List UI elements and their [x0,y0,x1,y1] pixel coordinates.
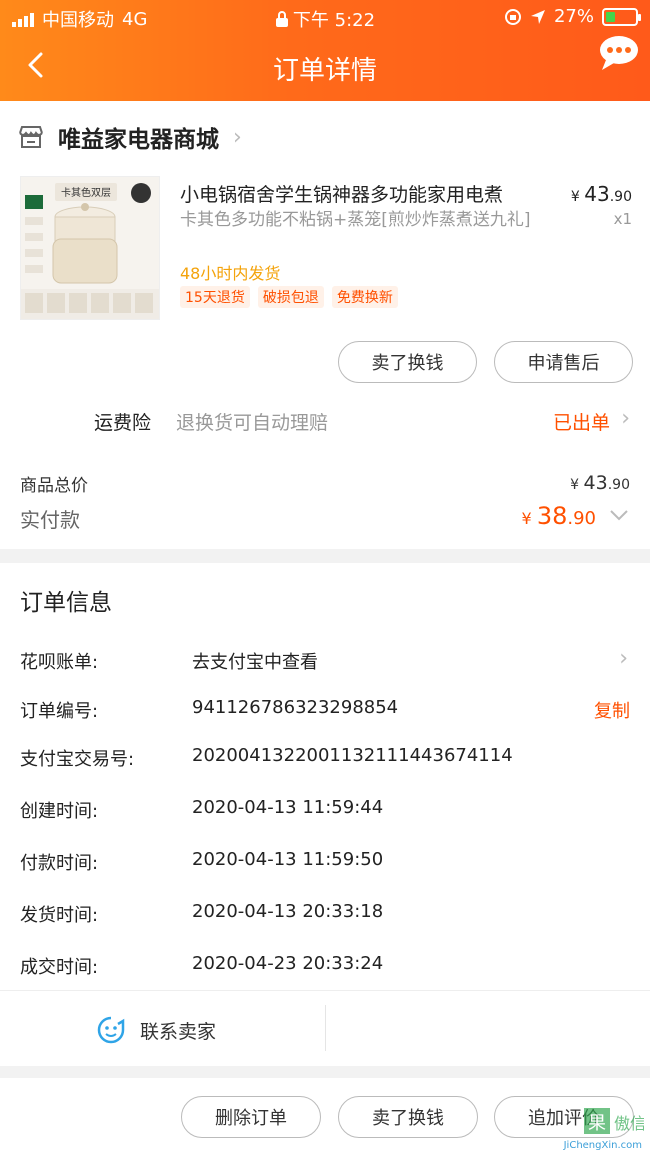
goods-total-int: 43 [583,472,608,494]
nav-bar: 订单详情 [0,34,650,101]
info-value: 2020041322001132111443674114 [192,745,513,766]
info-row-order-number: 订单编号: 941126786323298854 复制 [0,697,650,727]
product-title[interactable]: 小电锅宿舍学生锅神器多功能家用电煮 [180,180,550,207]
price-symbol: ¥ [570,189,580,205]
tag-return: 15天退货 [180,286,250,308]
goods-total-value: ¥ 43.90 [570,472,630,494]
info-key: 订单编号: [20,701,99,722]
info-value: 941126786323298854 [192,697,399,718]
divider [325,1005,326,1051]
goods-total-dec: .90 [607,477,630,493]
info-row-created: 创建时间: 2020-04-13 11:59:44 [0,797,650,827]
info-key: 花呗账单: [20,652,99,673]
price-dec: .90 [609,189,632,205]
svg-text:信: 信 [630,1114,644,1133]
sell-button[interactable]: 卖了换钱 [338,341,477,383]
battery-percent: 27% [553,6,594,27]
info-row-huabei[interactable]: 花呗账单: 去支付宝中查看 › [0,646,650,678]
insurance-status: 已出单 [552,412,610,434]
info-row-shipped: 发货时间: 2020-04-13 20:33:18 [0,901,650,931]
chevron-right-icon: › [619,646,628,671]
info-value: 2020-04-13 20:33:18 [192,901,384,922]
contact-row: 联系卖家 [0,990,650,1066]
goods-total-label: 商品总价 [20,476,88,496]
product-card [0,101,650,549]
price-int: 43 [584,182,610,206]
chevron-right-icon: › [233,124,242,150]
sell-again-button[interactable]: 卖了换钱 [338,1096,478,1138]
delete-order-button[interactable]: 删除订单 [181,1096,321,1138]
info-key: 支付宝交易号: [20,749,135,770]
product-price: ¥ 43.90 [571,182,632,206]
paid-label: 实付款 [20,508,80,532]
paid-value: ¥ 38.90 [522,502,596,530]
message-bubble-icon[interactable] [598,34,640,72]
info-value: 2020-04-13 11:59:50 [192,849,384,870]
paid-dec: .90 [567,508,596,529]
thumb-caption: 卡其色双层 [61,186,111,199]
svg-text:果: 果 [588,1113,606,1134]
insurance-desc: 退换货可自动理赔 [176,412,329,434]
info-key: 发货时间: [20,905,99,926]
tag-exchange: 免费换新 [331,286,398,308]
paid-int: 38 [536,502,568,530]
info-key: 付款时间: [20,853,99,874]
order-info-title: 订单信息 [20,590,112,616]
info-value: 2020-04-13 11:59:44 [192,797,384,818]
location-icon [530,9,545,24]
tag-damage: 破损包退 [257,286,324,308]
shipping-promise: 48小时内发货 [180,264,281,283]
info-row-paid: 付款时间: 2020-04-13 11:59:50 [0,849,650,879]
header: 中国移动 4G 下午 5:22 27% 订单详情 [0,0,650,101]
info-value: 去支付宝中查看 [192,652,318,673]
lock-icon [275,11,288,27]
contact-seller-button[interactable]: 联系卖家 [96,1015,216,1045]
info-row-completed: 成交时间: 2020-04-23 20:33:24 [0,953,650,983]
battery-icon [602,7,641,26]
svg-text:傲: 傲 [614,1114,630,1133]
info-key: 成交时间: [20,957,99,978]
paid-symbol: ¥ [521,509,532,528]
product-thumbnail[interactable]: 卡其色双层 [20,176,160,320]
info-key: 创建时间: [20,801,99,822]
order-detail-screen: 中国移动 4G 下午 5:22 27% 订单详情 唯益家电器商城 › 卡其色双层… [0,0,650,1155]
contact-seller-label: 联系卖家 [140,1020,217,1043]
info-row-alipay-trade: 支付宝交易号: 2020041322001132111443674114 [0,745,650,775]
shipping-insurance-row[interactable]: 运费险 退换货可自动理赔 已出单 › [0,404,650,440]
product-qty: x1 [613,210,632,228]
rotation-lock-icon [504,8,521,25]
service-tags: 15天退货 破损包退 免费换新 [180,286,398,308]
chevron-down-icon[interactable] [608,504,630,526]
after-sales-button[interactable]: 申请售后 [494,341,633,383]
status-right: 27% [504,6,641,27]
chevron-right-icon: › [621,406,630,431]
status-bar: 中国移动 4G 下午 5:22 27% [0,0,650,34]
copy-button[interactable]: 复制 [594,697,630,723]
store-icon [19,126,43,148]
shop-row[interactable]: 唯益家电器商城 › [18,120,242,154]
insurance-label: 运费险 [94,412,152,434]
info-value: 2020-04-23 20:33:24 [192,953,384,974]
wangwang-icon [97,1016,125,1044]
rice-cooker-image-icon: 卡其色双层 [21,177,159,319]
shop-name: 唯益家电器商城 [58,127,219,153]
status-time: 下午 5:22 [292,10,376,31]
watermark-text: JiChengXin.com [563,1140,642,1151]
product-sku: 卡其色多功能不粘锅+蒸笼[煎炒炸蒸煮送九礼] [180,210,531,230]
goods-total-symbol: ¥ [570,477,580,493]
page-title: 订单详情 [272,56,377,86]
